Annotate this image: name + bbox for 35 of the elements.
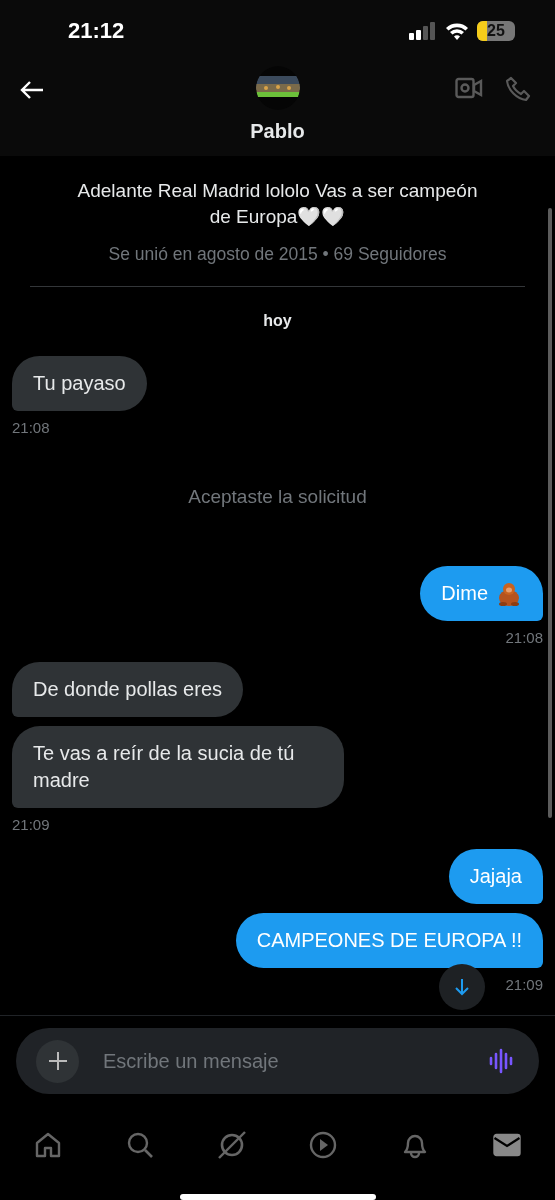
search-icon[interactable]: [125, 1131, 154, 1159]
video-call-icon[interactable]: [455, 76, 483, 100]
message-time: 21:08: [505, 629, 543, 646]
profile-bio: Adelante Real Madrid lololo Vas a ser campeón de Europa🤍🤍: [76, 179, 479, 229]
back-arrow-icon[interactable]: [20, 80, 44, 100]
message-bubble: Te vas a reír de la sucia de tú madre: [12, 726, 344, 808]
voice-icon[interactable]: [489, 1048, 515, 1074]
message-bubble: Dime: [420, 566, 543, 621]
message-bubble: De donde pollas eres: [12, 662, 243, 717]
scroll-down-button[interactable]: [439, 964, 485, 1010]
contact-name: Pablo: [250, 120, 305, 143]
arrow-down-icon: [454, 978, 470, 996]
scrollbar[interactable]: [548, 208, 552, 818]
envelope-icon[interactable]: [493, 1133, 521, 1157]
message-bubble: Jajaja: [448, 849, 543, 904]
message-time: 21:08: [12, 419, 50, 436]
battery-indicator: 25: [477, 21, 515, 41]
message-bubble: Tu payaso: [12, 356, 147, 411]
message-time: 21:09: [12, 816, 50, 833]
message-input[interactable]: Escribe un mensaje: [101, 1048, 467, 1074]
message-time: 21:09: [505, 976, 543, 993]
status-time: 21:12: [68, 18, 125, 44]
message-field[interactable]: Escribe un mensaje: [16, 1028, 539, 1094]
slashed-circle-icon[interactable]: [216, 1130, 247, 1160]
wifi-icon: [445, 22, 469, 40]
plus-icon: [47, 1051, 68, 1071]
add-button[interactable]: [36, 1039, 79, 1083]
profile-meta: Se unió en agosto de 2015 • 69 Seguidores: [108, 244, 447, 265]
phone-icon[interactable]: [505, 76, 531, 102]
home-icon[interactable]: [34, 1131, 62, 1159]
system-notice: Aceptaste la solicitud: [188, 486, 367, 508]
message-bubble: CAMPEONES DE EUROPA !!: [235, 913, 543, 968]
play-icon[interactable]: [309, 1131, 338, 1159]
signal-icon: [409, 22, 437, 40]
date-separator: hoy: [263, 312, 292, 330]
